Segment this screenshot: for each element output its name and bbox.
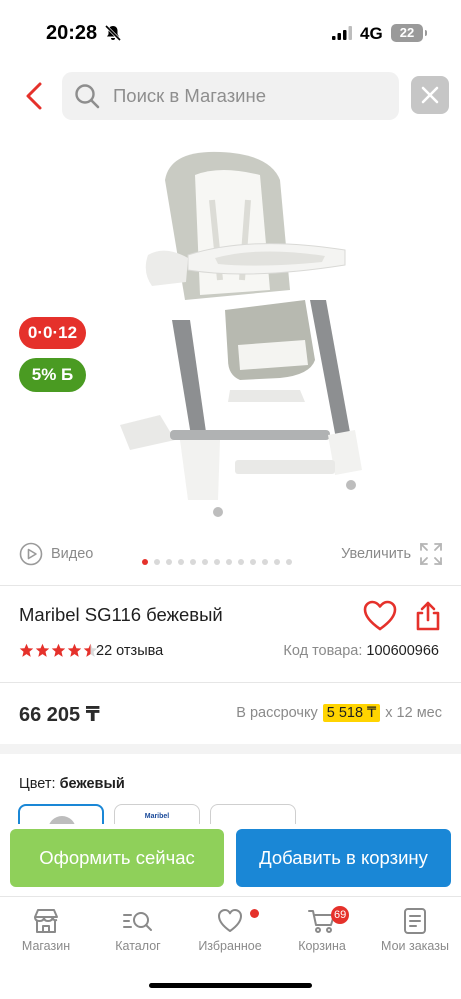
nav-label-cart: Корзина <box>298 939 346 953</box>
nav-item-catalog[interactable]: Каталог <box>92 907 184 953</box>
rating-stars <box>19 643 98 658</box>
shop-icon <box>34 909 58 933</box>
color-label: Цвет: <box>19 776 56 792</box>
favorites-dot <box>250 909 259 918</box>
nav-item-cart[interactable]: 69 Корзина <box>276 906 368 953</box>
pager-dot[interactable] <box>286 559 292 565</box>
home-indicator <box>149 983 312 988</box>
nav-label-catalog: Каталог <box>115 939 161 953</box>
status-time: 20:28 <box>46 22 98 44</box>
product-price: 66 205 ₸ <box>19 704 100 726</box>
installment-suffix: x 12 мес <box>385 705 442 721</box>
battery-icon: 22 <box>391 24 427 42</box>
nav-label-shop: Магазин <box>21 939 71 953</box>
product-title: Maribel SG116 бежевый <box>19 604 223 625</box>
bonus-badge: 5% Б <box>19 358 86 392</box>
product-code-label: Код товара: <box>283 643 363 659</box>
search-icon <box>75 84 100 109</box>
product-image[interactable] <box>100 140 370 530</box>
search-placeholder: Поиск в Магазине <box>113 85 267 106</box>
bell-off-icon <box>104 24 122 42</box>
nav-item-orders[interactable]: Мои заказы <box>369 907 461 953</box>
color-row: Цвет: бежевый <box>19 776 125 792</box>
image-pager[interactable] <box>142 559 292 565</box>
installment-info[interactable]: В рассрочку 5 518 ₸ x 12 мес <box>236 704 442 722</box>
zoom-button[interactable]: Увеличить <box>341 542 443 566</box>
orders-icon <box>404 908 426 934</box>
nav-item-shop[interactable]: Магазин <box>0 907 92 953</box>
section-separator <box>0 744 461 754</box>
nav-item-favorites[interactable]: Избранное <box>184 907 276 953</box>
pager-dot[interactable] <box>142 559 148 565</box>
add-to-cart-button[interactable]: Добавить в корзину <box>236 829 451 887</box>
heart-icon <box>218 909 242 932</box>
divider <box>0 585 461 586</box>
search-input[interactable]: Поиск в Магазине <box>62 72 399 120</box>
checkout-now-button[interactable]: Оформить сейчас <box>10 829 224 887</box>
close-icon <box>421 86 439 104</box>
nav-label-orders: Мои заказы <box>381 939 449 953</box>
product-code: Код товара: 100600966 <box>283 643 439 659</box>
heart-icon[interactable] <box>363 600 397 632</box>
pager-dot[interactable] <box>202 559 208 565</box>
star-icon <box>19 643 34 657</box>
expand-icon <box>420 543 442 565</box>
back-button[interactable] <box>20 80 48 112</box>
cart-badge: 69 <box>331 906 350 924</box>
network-label: 4G <box>360 24 383 43</box>
divider <box>0 682 461 683</box>
installment-badge: 0·0·12 <box>19 317 86 349</box>
reviews-link[interactable]: 22 отзыва <box>96 643 163 659</box>
star-icon <box>35 643 50 657</box>
star-icon <box>51 643 66 657</box>
swatch-brand-text: Maribel <box>144 813 170 820</box>
zoom-label: Увеличить <box>341 546 411 562</box>
pager-dot[interactable] <box>238 559 244 565</box>
pager-dot[interactable] <box>226 559 232 565</box>
bottom-nav: Магазин Каталог Избранное 69 Корзина Мои… <box>0 896 461 999</box>
signal-icon <box>332 26 352 40</box>
action-bar: Оформить сейчас Добавить в корзину <box>0 824 461 899</box>
nav-label-favorites: Избранное <box>198 939 262 953</box>
color-value: бежевый <box>59 776 125 792</box>
pager-dot[interactable] <box>262 559 268 565</box>
catalog-search-icon <box>123 912 152 931</box>
installment-amount: 5 518 ₸ <box>322 704 381 722</box>
star-icon <box>67 643 82 657</box>
share-icon[interactable] <box>414 600 442 632</box>
product-code-value: 100600966 <box>366 643 439 659</box>
installment-prefix: В рассрочку <box>236 705 318 721</box>
play-icon <box>19 542 43 566</box>
video-button[interactable]: Видео <box>19 542 93 566</box>
pager-dot[interactable] <box>154 559 160 565</box>
pager-dot[interactable] <box>178 559 184 565</box>
pager-dot[interactable] <box>214 559 220 565</box>
pager-dot[interactable] <box>274 559 280 565</box>
pager-dot[interactable] <box>166 559 172 565</box>
close-button[interactable] <box>411 76 449 114</box>
pager-dot[interactable] <box>190 559 196 565</box>
status-bar: 20:28 4G 22 <box>0 0 461 64</box>
pager-dot[interactable] <box>250 559 256 565</box>
video-label: Видео <box>51 546 94 562</box>
